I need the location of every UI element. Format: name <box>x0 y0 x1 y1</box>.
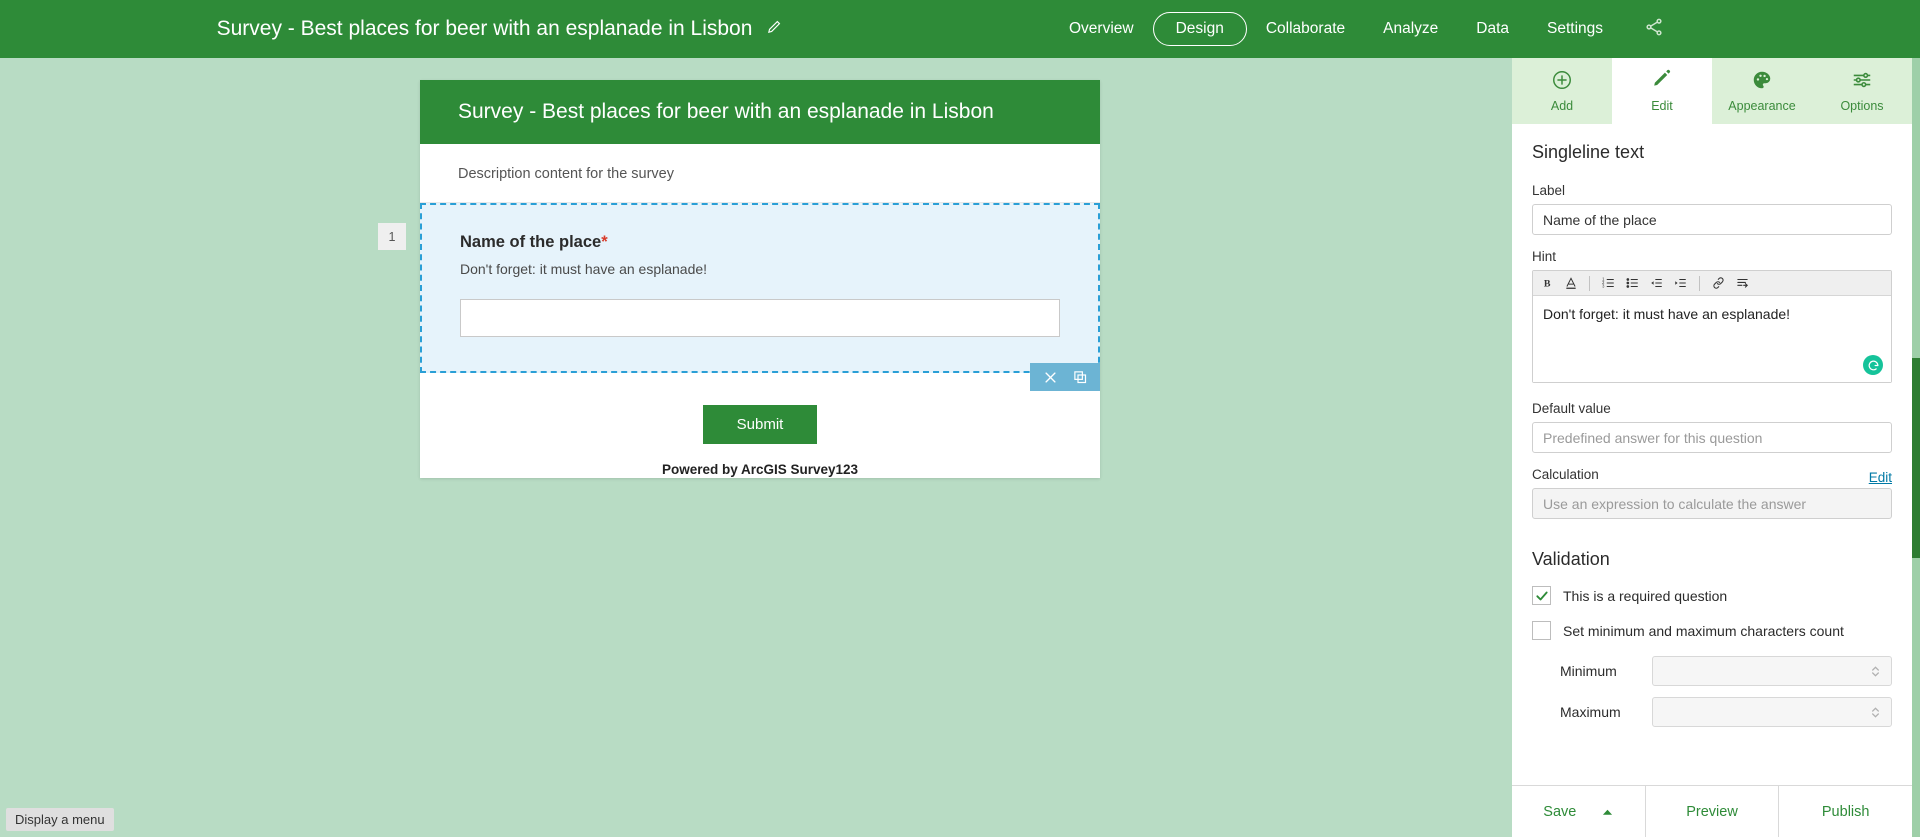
question-hint: Don't forget: it must have an esplanade! <box>460 261 708 277</box>
nav-item-settings[interactable]: Settings <box>1528 12 1622 46</box>
default-value-label: Default value <box>1532 401 1611 416</box>
panel-footer: Save Preview Publish <box>1512 785 1912 837</box>
minimum-label: Minimum <box>1560 663 1617 679</box>
main-navigation: Overview Design Collaborate Analyze Data… <box>1050 0 1664 58</box>
preview-button[interactable]: Preview <box>1644 786 1779 837</box>
publish-label: Publish <box>1821 803 1870 820</box>
tab-edit[interactable]: Edit <box>1612 58 1712 124</box>
ordered-list-icon[interactable]: 1 2 3 <box>1601 276 1616 290</box>
required-question-label: This is a required question <box>1563 587 1728 604</box>
hint-field-label: Hint <box>1532 249 1557 264</box>
calculation-label: Calculation <box>1532 467 1599 482</box>
unordered-list-icon[interactable] <box>1625 276 1640 290</box>
publish-button[interactable]: Publish <box>1778 786 1912 837</box>
question-number-badge: 1 <box>378 223 406 250</box>
question-action-toolbar <box>1030 363 1100 391</box>
share-icon[interactable] <box>1644 17 1664 42</box>
validation-heading: Validation <box>1532 549 1610 569</box>
tab-edit-label: Edit <box>1651 99 1673 113</box>
plus-circle-icon <box>1551 69 1573 94</box>
save-label: Save <box>1543 803 1577 820</box>
required-question-checkbox[interactable] <box>1532 586 1551 605</box>
tab-options[interactable]: Options <box>1812 58 1912 124</box>
grammarly-icon[interactable] <box>1863 355 1883 375</box>
close-icon[interactable] <box>1038 365 1062 389</box>
tab-add[interactable]: Add <box>1512 58 1612 124</box>
tab-options-label: Options <box>1840 99 1884 113</box>
link-icon[interactable] <box>1711 276 1726 290</box>
panel-tab-bar: Add Edit Appearance Options <box>1512 58 1912 124</box>
nav-item-analyze[interactable]: Analyze <box>1364 12 1457 46</box>
tab-appearance-label: Appearance <box>1728 99 1796 113</box>
tab-add-label: Add <box>1550 99 1574 113</box>
top-bar: Survey - Best places for beer with an es… <box>0 0 1920 58</box>
required-question-row[interactable]: This is a required question <box>1532 586 1892 605</box>
outdent-icon[interactable] <box>1649 276 1664 290</box>
survey123-designer-window: Survey - Best places for beer with an es… <box>0 0 1920 837</box>
tab-appearance[interactable]: Appearance <box>1712 58 1812 124</box>
question-label-text: Name of the place <box>460 233 602 251</box>
minimum-row: Minimum <box>1532 656 1892 686</box>
save-button[interactable]: Save <box>1512 786 1645 837</box>
question-label: Name of the place* <box>460 233 1060 252</box>
minmax-chars-row[interactable]: Set minimum and maximum characters count <box>1532 621 1892 640</box>
svg-text:3: 3 <box>1602 284 1605 289</box>
maximum-stepper[interactable] <box>1652 697 1892 727</box>
nav-item-overview[interactable]: Overview <box>1050 12 1153 46</box>
status-tooltip: Display a menu <box>6 808 114 831</box>
sliders-icon <box>1851 69 1873 94</box>
panel-scrollbar-track[interactable] <box>1912 58 1920 837</box>
required-asterisk: * <box>601 233 608 251</box>
submit-button[interactable]: Submit <box>702 405 818 444</box>
hint-editor-body[interactable]: Don't forget: it must have an esplanade! <box>1533 296 1891 382</box>
page-title: Survey - Best places for beer with an es… <box>216 17 753 40</box>
label-field-label: Label <box>1532 183 1566 198</box>
preview-label: Preview <box>1686 803 1738 820</box>
palette-icon <box>1751 69 1773 94</box>
form-canvas: Survey - Best places for beer with an es… <box>0 58 1520 837</box>
toolbar-divider-2 <box>1699 275 1700 291</box>
calculation-edit-link[interactable]: Edit <box>1869 470 1892 485</box>
survey-preview-card: Survey - Best places for beer with an es… <box>378 80 1100 478</box>
survey-card-header: Survey - Best places for beer with an es… <box>420 80 1100 144</box>
line-break-icon[interactable] <box>1735 276 1750 290</box>
question-type-heading: Singleline text <box>1532 142 1645 162</box>
properties-panel: Add Edit Appearance Options Singleline t… <box>1512 58 1912 837</box>
maximum-row: Maximum <box>1532 697 1892 727</box>
indent-icon[interactable] <box>1673 276 1688 290</box>
calculation-label-row: Calculation Edit <box>1532 467 1892 488</box>
pencil-icon <box>1651 69 1673 94</box>
rich-text-toolbar: B 1 2 3 <box>1533 271 1891 296</box>
hint-text: Don't forget: it must have an esplanade! <box>1543 306 1791 322</box>
caret-up-icon[interactable] <box>1602 804 1613 820</box>
survey-title-area: Survey - Best places for beer with an es… <box>0 17 1000 41</box>
calculation-input[interactable] <box>1532 488 1892 519</box>
maximum-label: Maximum <box>1560 704 1621 720</box>
question-block-selected[interactable]: 1 Name of the place* Don't forget: it mu… <box>378 203 1100 391</box>
duplicate-icon[interactable] <box>1068 365 1092 389</box>
survey-description: Description content for the survey <box>420 144 1100 203</box>
panel-scrollbar-thumb[interactable] <box>1912 358 1920 558</box>
minimum-stepper[interactable] <box>1652 656 1892 686</box>
nav-item-collaborate[interactable]: Collaborate <box>1247 12 1364 46</box>
toolbar-divider <box>1589 275 1590 291</box>
hint-rich-text-editor: B 1 2 3 Don't forget: it must have an es… <box>1532 270 1892 383</box>
edit-title-pencil-icon[interactable] <box>766 18 783 40</box>
svg-text:B: B <box>1544 279 1551 290</box>
minmax-chars-label: Set minimum and maximum characters count <box>1563 622 1844 639</box>
question-answer-input[interactable] <box>460 299 1060 337</box>
powered-by-label: Powered by ArcGIS Survey123 <box>661 462 859 477</box>
nav-item-design[interactable]: Design <box>1152 12 1247 46</box>
font-color-icon[interactable] <box>1564 276 1578 290</box>
label-input[interactable] <box>1532 204 1892 235</box>
default-value-input[interactable] <box>1532 422 1892 453</box>
panel-content: Singleline text Label Hint B <box>1512 124 1912 785</box>
bold-icon[interactable]: B <box>1541 276 1555 290</box>
nav-item-data[interactable]: Data <box>1457 12 1528 46</box>
minmax-chars-checkbox[interactable] <box>1532 621 1551 640</box>
